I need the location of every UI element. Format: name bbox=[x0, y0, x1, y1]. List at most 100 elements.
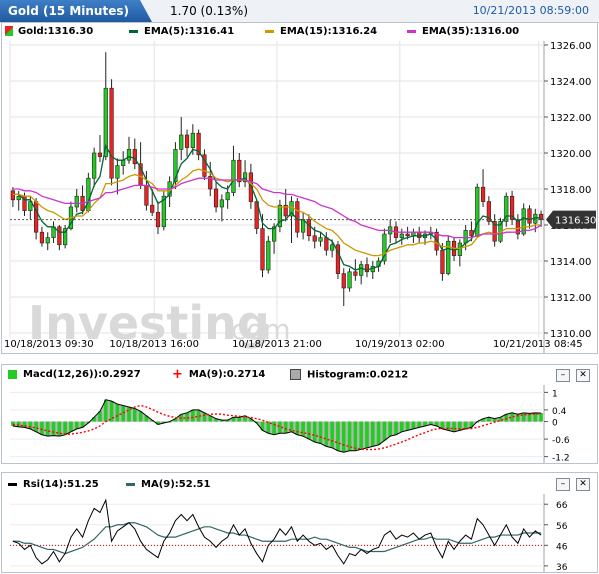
top-bar: Gold (15 Minutes) 1.70 (0.13%) 10/21/201… bbox=[0, 0, 599, 23]
candle-down bbox=[324, 237, 329, 251]
macd-bar bbox=[353, 421, 358, 451]
candle-down bbox=[34, 201, 39, 233]
legend-ema5: EMA(5):1316.41 bbox=[129, 26, 234, 37]
legend-ema15-label: EMA(15):1316.24 bbox=[280, 26, 378, 37]
candle-down bbox=[440, 249, 445, 274]
candle-up bbox=[16, 195, 21, 201]
rsi-close-button[interactable]: ✕ bbox=[576, 478, 590, 491]
candle-down bbox=[527, 208, 532, 224]
macd-histogram-area bbox=[12, 399, 542, 453]
candle-up bbox=[86, 177, 91, 211]
legend-rsi: Rsi(14):51.25 bbox=[8, 479, 99, 490]
rsi-panel: Rsi(14):51.25 MA(9):52.51 – ✕ 66 56 46 36 bbox=[1, 472, 598, 573]
last-price-label: 1316.30 bbox=[555, 216, 596, 227]
macd-bar bbox=[40, 421, 44, 435]
candle-down bbox=[538, 213, 544, 220]
rsi-chart: 66 56 46 36 bbox=[10, 494, 568, 572]
price-legend: Gold:1316.30 EMA(5):1316.41 EMA(15):1316… bbox=[2, 23, 597, 41]
rsi-tick-label: 56 bbox=[556, 522, 568, 532]
candle-down bbox=[295, 201, 300, 233]
macd-bar bbox=[132, 408, 137, 422]
macd-tick-label: -0.6 bbox=[552, 436, 570, 446]
price-tick-label: 1324.00 bbox=[550, 77, 591, 88]
macd-bar bbox=[324, 421, 329, 447]
macd-bar bbox=[283, 421, 288, 434]
candle-down bbox=[480, 186, 486, 202]
legend-price: Gold:1316.30 bbox=[5, 26, 93, 37]
macd-bar bbox=[341, 421, 346, 453]
ema15-swatch-icon bbox=[265, 29, 274, 33]
last-update-datetime: 10/21/2013 08:59:00 bbox=[472, 4, 589, 17]
price-chart-panel: Gold:1316.30 EMA(5):1316.41 EMA(15):1316… bbox=[1, 22, 598, 354]
macd-chart: 1 0.4 0 -0.6 -1.2 bbox=[10, 385, 570, 463]
macd-bar bbox=[446, 421, 451, 431]
x-axis-label: 10/19/2013 02:00 bbox=[355, 339, 445, 350]
candle-up bbox=[347, 271, 352, 289]
candle-up bbox=[190, 132, 195, 148]
candle-down bbox=[57, 226, 62, 246]
macd-bar bbox=[63, 421, 67, 435]
rsi-tick-label: 66 bbox=[556, 501, 568, 511]
macd-bar bbox=[359, 421, 363, 450]
macd-bar bbox=[388, 421, 392, 437]
legend-macd: Macd(12,26)):0.2927 bbox=[8, 369, 141, 380]
macd-bar bbox=[399, 421, 404, 432]
candle-down bbox=[109, 87, 114, 179]
legend-price-label: Gold:1316.30 bbox=[18, 26, 94, 37]
candle-up bbox=[121, 159, 126, 166]
macd-bar bbox=[411, 421, 416, 429]
ema5-swatch-icon bbox=[129, 29, 138, 33]
macd-bar bbox=[185, 412, 189, 422]
macd-bar bbox=[191, 409, 195, 422]
candle-up bbox=[45, 237, 50, 244]
x-axis-label: 10/18/2013 16:00 bbox=[109, 339, 199, 350]
macd-bar bbox=[307, 421, 311, 440]
macd-bar bbox=[295, 421, 300, 435]
macd-bar bbox=[417, 421, 422, 428]
rsi-ma-swatch-icon bbox=[126, 482, 135, 486]
candle-down bbox=[97, 152, 103, 157]
macd-minimize-button[interactable]: – bbox=[556, 369, 570, 382]
legend-ema35-label: EMA(35):1316.00 bbox=[422, 26, 520, 37]
macd-close-button[interactable]: ✕ bbox=[576, 369, 590, 382]
x-axis-label: 10/18/2013 21:00 bbox=[232, 339, 322, 350]
macd-bar bbox=[336, 421, 340, 451]
candle-down bbox=[353, 271, 358, 276]
candle-up bbox=[266, 240, 271, 271]
candle-up bbox=[179, 134, 184, 150]
legend-histogram: Histogram:0.0212 bbox=[290, 369, 408, 381]
macd-bar bbox=[452, 421, 456, 432]
macd-bar bbox=[330, 421, 334, 448]
candle-up bbox=[115, 165, 120, 179]
candle-up bbox=[359, 264, 364, 276]
legend-macd-label: Macd(12,26)):0.2927 bbox=[23, 369, 141, 380]
legend-ema15: EMA(15):1316.24 bbox=[265, 26, 377, 37]
legend-rsi-ma: MA(9):52.51 bbox=[126, 479, 210, 490]
price-chart: Investing .com 1326.001324.001322.001320… bbox=[4, 41, 596, 353]
candle-down bbox=[213, 188, 219, 208]
candle-down bbox=[237, 159, 242, 183]
candle-down bbox=[341, 273, 346, 289]
macd-bar bbox=[34, 421, 38, 432]
macd-panel: Macd(12,26)):0.2927 + MA(9):0.2714 Histog… bbox=[1, 364, 598, 464]
legend-ema35: EMA(35):1316.00 bbox=[407, 26, 519, 37]
histogram-swatch-icon bbox=[290, 369, 301, 380]
macd-bar bbox=[312, 421, 317, 443]
candle-up bbox=[225, 192, 230, 201]
macd-legend: Macd(12,26)):0.2927 + MA(9):0.2714 Histog… bbox=[2, 365, 597, 383]
candle-down bbox=[150, 204, 155, 213]
rsi-minimize-button[interactable]: – bbox=[556, 478, 570, 491]
macd-bar bbox=[16, 421, 21, 427]
macd-bar bbox=[370, 421, 375, 447]
candle-icon bbox=[5, 26, 13, 36]
price-tick-label: 1322.00 bbox=[550, 113, 591, 124]
rsi-tick-label: 36 bbox=[556, 563, 568, 572]
macd-bar bbox=[121, 405, 125, 422]
candle-down bbox=[364, 264, 370, 273]
price-change: 1.70 (0.13%) bbox=[170, 4, 249, 18]
candle-up bbox=[330, 244, 335, 251]
macd-bar bbox=[394, 421, 398, 435]
candle-up bbox=[126, 149, 132, 161]
macd-bar bbox=[74, 421, 79, 429]
macd-bar bbox=[405, 421, 410, 431]
